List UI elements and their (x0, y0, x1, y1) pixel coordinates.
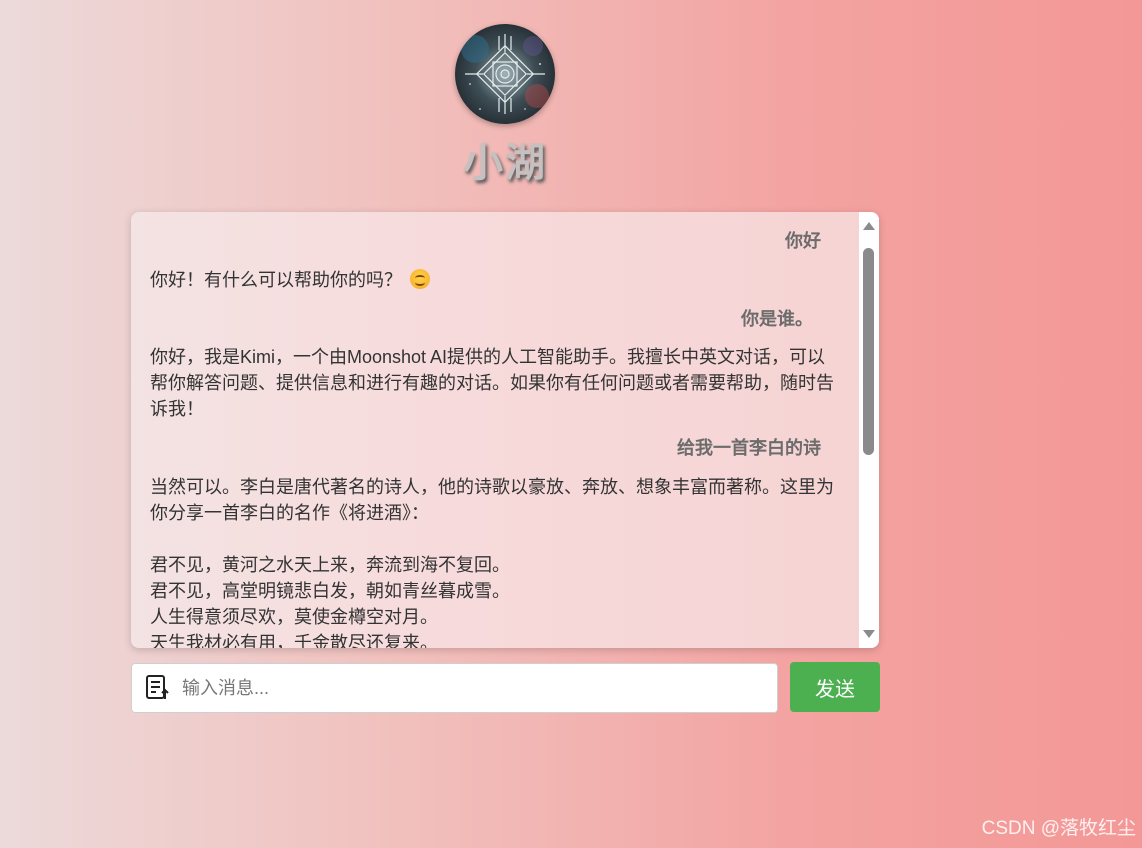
chat-scrollbar[interactable] (859, 212, 879, 648)
poem-line: 天生我材必有用，千金散尽还复来。 (150, 633, 438, 648)
message-input[interactable] (180, 668, 769, 708)
bot-message-line: 当然可以。李白是唐代著名的诗人，他的诗歌以豪放、奔放、想象丰富而著称。这里为你分… (150, 477, 834, 523)
bot-name-title: 小湖 (463, 139, 547, 186)
bot-message: 你好，我是Kimi，一个由Moonshot AI提供的人工智能助手。我擅长中英文… (150, 347, 834, 419)
bot-message: 当然可以。李白是唐代著名的诗人，他的诗歌以豪放、奔放、想象丰富而著称。这里为你分… (131, 474, 859, 648)
bot-avatar (455, 24, 555, 124)
mandala-avatar-icon (455, 24, 555, 124)
scrollbar-thumb[interactable] (863, 248, 874, 455)
poem-line: 人生得意须尽欢，莫使金樽空对月。 (150, 607, 438, 627)
watermark-text: CSDN @落牧红尘 (981, 818, 1136, 839)
smiling-face-icon (410, 269, 430, 289)
message-list: 你好 你好！有什么可以帮助你的吗？ 你是谁。 你好，我是Kimi，一个由Moon… (131, 212, 859, 648)
chat-history-panel[interactable]: 你好 你好！有什么可以帮助你的吗？ 你是谁。 你好，我是Kimi，一个由Moon… (131, 212, 879, 648)
bot-message: 你好！有什么可以帮助你的吗？ (131, 267, 468, 293)
bot-message-blank-line (150, 526, 840, 552)
poem-line: 君不见，黄河之水天上来，奔流到海不复回。 (150, 555, 510, 575)
scroll-down-arrow-icon[interactable] (863, 630, 875, 638)
user-message: 给我一首李白的诗 (677, 438, 821, 458)
scroll-up-arrow-icon[interactable] (863, 222, 875, 230)
poem-line: 君不见，高堂明镜悲白发，朝如青丝暮成雪。 (150, 581, 510, 601)
send-button[interactable]: 发送 (790, 662, 880, 712)
bot-message-text: 你好！有什么可以帮助你的吗？ (150, 270, 402, 290)
message-input-container[interactable] (131, 663, 778, 713)
user-message: 你好 (785, 231, 821, 251)
user-message: 你是谁。 (741, 309, 813, 329)
document-edit-icon (146, 675, 169, 699)
